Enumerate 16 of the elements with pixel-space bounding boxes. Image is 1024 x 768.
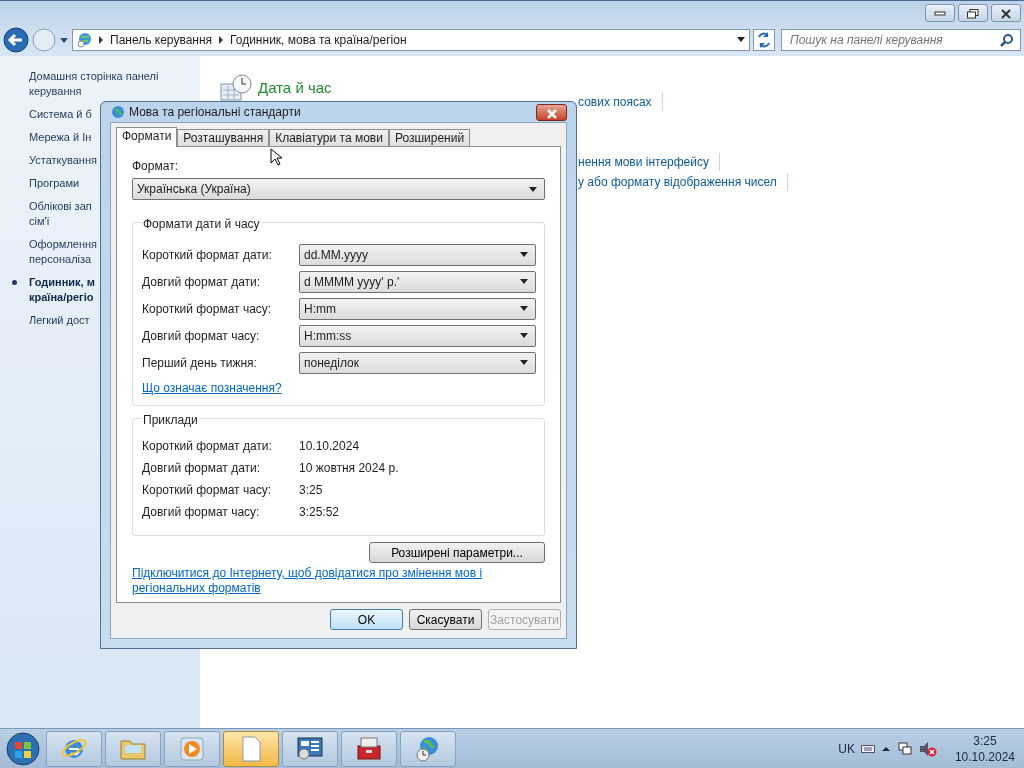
example-value: 10.10.2024: [299, 438, 360, 455]
example-value: 3:25: [299, 482, 323, 499]
example-value: 10 жовтня 2024 р.: [299, 460, 399, 477]
dialog-title: Мова та регіональні стандарти: [129, 104, 302, 121]
group-title: Формати дати й часу: [142, 215, 261, 233]
example-label: Короткий формат дати:: [142, 438, 273, 455]
example-label: Довгий формат дати:: [142, 460, 262, 477]
field-label: Перший день тижня:: [142, 354, 258, 372]
field-label: Формат:: [132, 158, 179, 175]
example-label: Довгий формат часу:: [142, 504, 261, 521]
example-label: Короткий формат часу:: [142, 482, 273, 499]
example-value: 3:25:52: [299, 504, 340, 521]
field-label: Короткий формат часу:: [142, 300, 273, 318]
field-label: Довгий формат часу:: [142, 327, 261, 345]
field-label: Короткий формат дати:: [142, 246, 273, 264]
field-label: Довгий формат дати:: [142, 273, 262, 291]
